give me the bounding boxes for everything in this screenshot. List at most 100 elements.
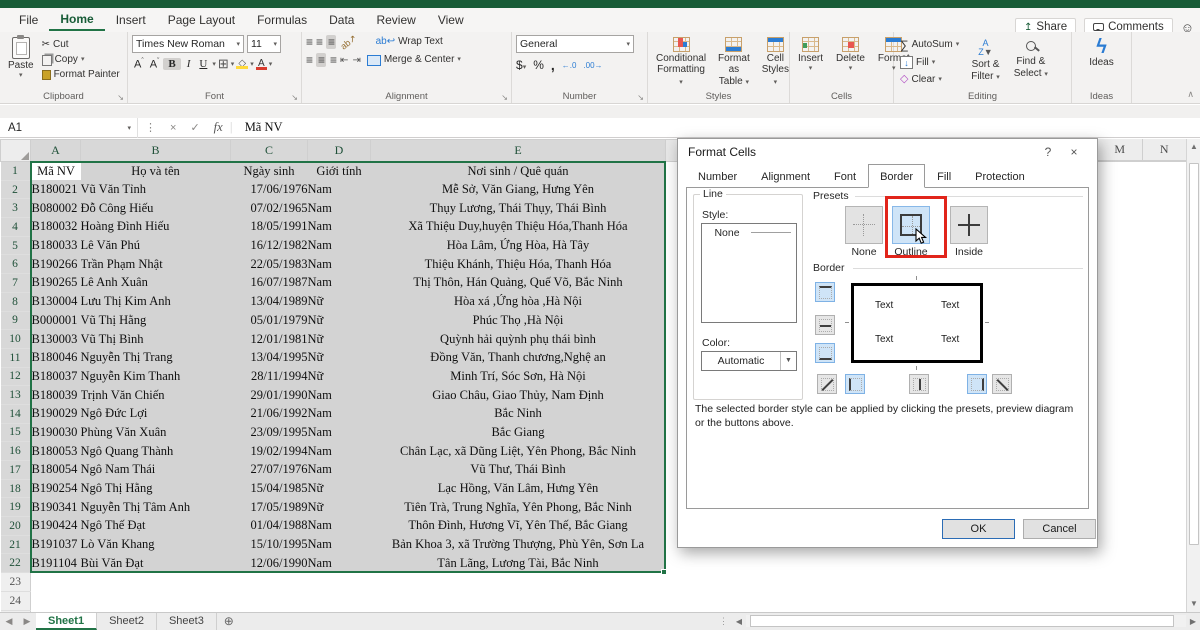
cell[interactable]: 18/05/1991 bbox=[230, 217, 308, 237]
cell[interactable]: Quỳnh hải quỳnh phụ thái bình bbox=[370, 329, 666, 349]
cell[interactable]: 15/04/1985 bbox=[230, 479, 308, 498]
insert-cells-button[interactable]: Insert ▾ bbox=[794, 35, 827, 89]
cell[interactable]: Thị Thôn, Hán Quảng, Quế Võ, Bắc Ninh bbox=[370, 273, 666, 293]
cell[interactable]: 23/09/1995 bbox=[230, 423, 308, 442]
column-header-N[interactable]: N bbox=[1141, 139, 1186, 161]
cell[interactable]: B190424 bbox=[30, 516, 81, 536]
cell[interactable]: Bùi Văn Đạt bbox=[80, 553, 231, 573]
cell[interactable]: Ngày sinh bbox=[230, 161, 308, 181]
cell[interactable]: Thiệu Khánh, Thiệu Hóa, Thanh Hóa bbox=[370, 254, 666, 274]
cell[interactable]: Nam bbox=[307, 217, 371, 237]
border-top-button[interactable] bbox=[815, 282, 835, 302]
align-top-icon[interactable]: ≡ bbox=[306, 35, 313, 49]
cell[interactable]: Phùng Văn Xuân bbox=[80, 423, 231, 442]
sheet-tab-sheet2[interactable]: Sheet2 bbox=[97, 613, 157, 630]
number-format-combo[interactable]: General ▾ bbox=[516, 35, 634, 53]
row-header[interactable]: 10 bbox=[0, 329, 32, 349]
cell[interactable]: B130004 bbox=[30, 292, 81, 311]
cell[interactable]: 28/11/1994 bbox=[230, 367, 308, 386]
cell[interactable]: Chân Lạc, xã Dũng Liệt, Yên Phong, Bắc N… bbox=[370, 441, 666, 461]
format-as-table-button[interactable]: Format as Table ▾ bbox=[714, 35, 754, 89]
italic-button[interactable]: I bbox=[183, 58, 195, 70]
new-sheet-icon[interactable]: ⊕ bbox=[217, 613, 241, 630]
cell[interactable]: Lạc Hồng, Văn Lâm, Hưng Yên bbox=[370, 479, 666, 498]
copy-button[interactable]: Copy ▾ bbox=[40, 53, 122, 67]
dialog-tab-fill[interactable]: Fill bbox=[925, 166, 963, 188]
number-dialog-launcher[interactable]: ↘ bbox=[637, 93, 644, 102]
cell[interactable]: B191037 bbox=[30, 535, 81, 554]
cell[interactable]: Giao Châu, Giao Thủy, Nam Định bbox=[370, 385, 666, 405]
autosum-button[interactable]: ∑ AutoSum ▾ bbox=[898, 37, 961, 53]
border-bottom-button[interactable] bbox=[815, 343, 835, 363]
cell[interactable]: B190030 bbox=[30, 423, 81, 442]
column-header-E[interactable]: E bbox=[370, 139, 666, 163]
insert-function-icon[interactable]: fx bbox=[207, 120, 230, 135]
line-style-listbox[interactable]: None bbox=[701, 223, 797, 323]
cell[interactable]: B180033 bbox=[30, 236, 81, 255]
cell[interactable]: B180032 bbox=[30, 217, 81, 237]
cell[interactable]: Nơi sinh / Quê quán bbox=[370, 161, 666, 181]
cell[interactable]: B000001 bbox=[30, 311, 81, 330]
align-bottom-icon[interactable]: ≡ bbox=[326, 35, 337, 49]
scroll-up-icon[interactable]: ▲ bbox=[1187, 139, 1200, 155]
cell[interactable]: B080002 bbox=[30, 198, 81, 218]
cell[interactable]: Nam bbox=[307, 198, 371, 218]
align-left-icon[interactable]: ≡ bbox=[306, 53, 313, 67]
row-header[interactable]: 2 bbox=[0, 180, 32, 200]
row-header[interactable]: 5 bbox=[0, 236, 32, 256]
preset-outline-button[interactable] bbox=[892, 206, 930, 244]
cell[interactable]: Nam bbox=[307, 423, 371, 442]
shrink-font-button[interactable]: Aˇ bbox=[148, 58, 162, 71]
cell[interactable]: 17/05/1989 bbox=[230, 497, 308, 517]
cell[interactable]: Hòa xá ,Ứng hòa ,Hà Nội bbox=[370, 292, 666, 311]
sheet-nav-left-icon[interactable]: ◀ bbox=[0, 613, 18, 630]
cell[interactable]: Lò Văn Khang bbox=[80, 535, 231, 554]
cell[interactable]: Nữ bbox=[307, 497, 371, 517]
vertical-scrollbar[interactable]: ▲ ▼ bbox=[1186, 139, 1200, 612]
cell[interactable]: Lê Văn Phú bbox=[80, 236, 231, 255]
row-header[interactable]: 18 bbox=[0, 479, 32, 499]
dialog-tab-number[interactable]: Number bbox=[686, 166, 749, 188]
cell[interactable]: Trịnh Văn Chiến bbox=[80, 385, 231, 405]
tab-page-layout[interactable]: Page Layout bbox=[157, 10, 246, 30]
font-color-button[interactable]: A bbox=[255, 58, 267, 70]
cell[interactable]: 29/01/1990 bbox=[230, 385, 308, 405]
row-header[interactable]: 9 bbox=[0, 311, 32, 331]
row-header[interactable]: 19 bbox=[0, 497, 32, 518]
cell[interactable]: B180037 bbox=[30, 367, 81, 386]
name-box[interactable]: A1 ▾ bbox=[0, 117, 138, 138]
cell[interactable]: Thụy Lương, Thái Thụy, Thái Bình bbox=[370, 198, 666, 218]
border-color-dropdown[interactable]: Automatic ▼ bbox=[701, 351, 797, 371]
wrap-text-button[interactable]: ab↩ Wrap Text bbox=[374, 35, 445, 49]
cell[interactable]: Vũ Thư, Thái Bình bbox=[370, 460, 666, 480]
vertical-scroll-thumb[interactable] bbox=[1189, 163, 1199, 545]
cell[interactable]: 16/12/1982 bbox=[230, 236, 308, 255]
row-header[interactable]: 16 bbox=[0, 441, 32, 461]
cell[interactable] bbox=[30, 572, 1186, 592]
line-style-hairline[interactable] bbox=[749, 226, 793, 240]
cell[interactable]: Nam bbox=[307, 535, 371, 554]
clipboard-dialog-launcher[interactable]: ↘ bbox=[117, 93, 124, 102]
cell[interactable]: Giới tính bbox=[307, 161, 371, 181]
fill-color-button[interactable]: ◇ bbox=[236, 59, 249, 69]
cell[interactable]: Lê Anh Xuân bbox=[80, 273, 231, 293]
cell[interactable]: Vũ Thị Bình bbox=[80, 329, 231, 349]
cancel-button[interactable]: Cancel bbox=[1023, 519, 1096, 539]
cell[interactable]: Mễ Sở, Văn Giang, Hưng Yên bbox=[370, 180, 666, 199]
align-right-icon[interactable]: ≡ bbox=[330, 53, 337, 67]
scrollbar-splitter[interactable]: ⋮ bbox=[715, 616, 732, 627]
row-header[interactable]: 11 bbox=[0, 348, 32, 368]
cell[interactable]: B130003 bbox=[30, 329, 81, 349]
dialog-tab-border[interactable]: Border bbox=[868, 164, 926, 188]
bold-button[interactable]: B bbox=[163, 58, 181, 70]
cell[interactable]: Nam bbox=[307, 273, 371, 293]
formula-bar-value[interactable]: Mã NV bbox=[233, 120, 283, 135]
collapse-ribbon-icon[interactable]: ∧ bbox=[1187, 89, 1194, 100]
fill-button[interactable]: ↓ Fill ▾ bbox=[898, 55, 961, 70]
cell[interactable]: B180054 bbox=[30, 460, 81, 480]
formula-bar-splitter[interactable]: ⋮ bbox=[138, 121, 163, 134]
row-header[interactable]: 22 bbox=[0, 553, 32, 574]
cell[interactable]: Nam bbox=[307, 441, 371, 461]
cell[interactable]: Nữ bbox=[307, 329, 371, 349]
cell[interactable]: Họ và tên bbox=[80, 161, 231, 181]
